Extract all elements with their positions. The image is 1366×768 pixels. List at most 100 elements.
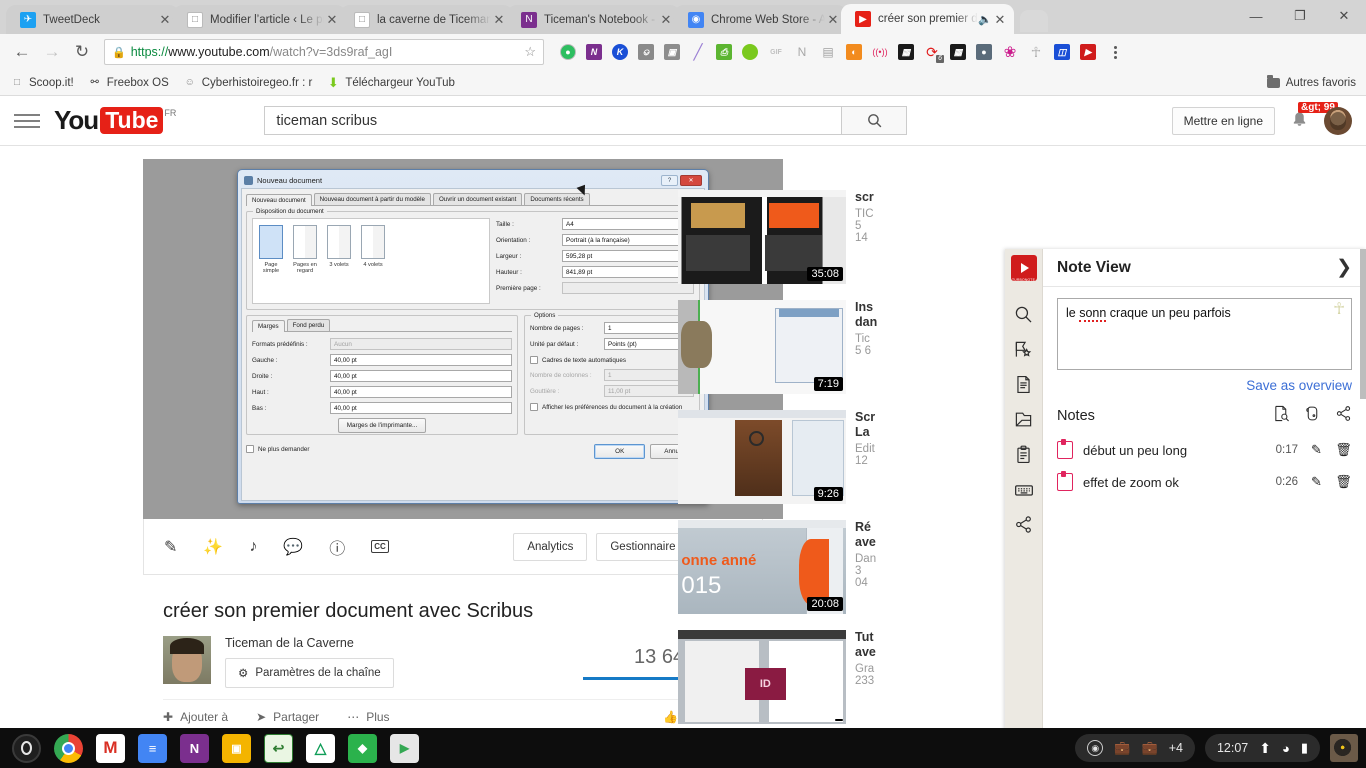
onenote-clipper-icon[interactable]: N	[582, 40, 606, 64]
search-icon[interactable]	[1007, 297, 1041, 332]
layout-3-volets[interactable]: 3 volets	[326, 225, 352, 297]
browser-tab-5-active[interactable]: ▶ créer son premier do 🔈 ✕	[841, 4, 1014, 34]
more-button[interactable]: ⋯ Plus	[347, 710, 389, 724]
panel-scrollbar[interactable]	[1360, 249, 1366, 399]
user-avatar[interactable]	[1324, 106, 1352, 135]
printer-margins-button[interactable]: Marges de l'imprimante...	[337, 418, 427, 433]
tab-nouveau-document[interactable]: Nouveau document	[246, 194, 312, 206]
gmail-icon[interactable]: M	[96, 733, 125, 763]
feedly-icon[interactable]: ◆	[348, 733, 377, 763]
google-docs-icon[interactable]: ≡	[138, 733, 167, 763]
pencil-edit-icon[interactable]: ✎	[164, 537, 177, 557]
google-slides-icon[interactable]: ▣	[222, 733, 251, 763]
list-item[interactable]: 35:08 scr TIC 5 14	[678, 190, 875, 284]
clipboard-icon[interactable]	[1007, 437, 1041, 472]
rss-feed-icon[interactable]: ◐	[842, 40, 866, 64]
layout-pages-en-regard[interactable]: Pages en regard	[292, 225, 318, 297]
location-icon[interactable]: ◉	[1087, 740, 1104, 756]
shelf-tray-left[interactable]: ◉ 💼 💼 +4	[1075, 734, 1195, 762]
bas-input[interactable]: 40,00 pt	[330, 402, 512, 414]
ankh-icon[interactable]: ☥	[1024, 40, 1048, 64]
subtitles-chat-icon[interactable]: 💬	[283, 537, 303, 557]
close-icon[interactable]: ✕	[324, 12, 340, 27]
close-icon[interactable]: ✕	[658, 12, 674, 27]
maximize-button[interactable]: ❐	[1278, 0, 1322, 32]
new-tab-button[interactable]	[1020, 10, 1048, 32]
pencil-icon[interactable]: ✎	[1308, 442, 1325, 458]
battery-icon[interactable]: ▮	[1301, 740, 1308, 756]
list-item[interactable]: ID Tut ave Gra 233	[678, 630, 876, 724]
largeur-input[interactable]: 595,28 pt	[562, 250, 694, 262]
tab-depuis-modele[interactable]: Nouveau document à partir du modèle	[313, 193, 431, 205]
chrome-icon[interactable]	[54, 733, 83, 763]
checkbox-afficher-preferences[interactable]: Afficher les préférences du document à l…	[530, 403, 694, 411]
minimize-button[interactable]: —	[1234, 0, 1278, 32]
browser-tab-1[interactable]: □ Modifier l’article ‹ Le pro ✕	[173, 5, 346, 34]
help-button[interactable]: ?	[661, 175, 678, 186]
video-thumbnail[interactable]: 9:26	[678, 410, 846, 504]
shelf-tray-right[interactable]: 12:07 ⬆ ◕ ▮	[1204, 734, 1320, 762]
notifications-button[interactable]: &gt; 99	[1291, 102, 1338, 132]
upload-button[interactable]: Mettre en ligne	[1171, 106, 1275, 135]
share-notes-icon[interactable]	[1335, 405, 1352, 427]
evernote-clipper-icon[interactable]: ●	[556, 40, 580, 64]
share-icon[interactable]	[1007, 507, 1041, 542]
launcher-icon[interactable]	[12, 733, 41, 763]
screenshot-camera-icon[interactable]: ▣	[660, 40, 684, 64]
trash-icon[interactable]: 🗑	[1335, 474, 1352, 490]
google-drive-icon[interactable]: △	[306, 733, 335, 763]
browser-tab-2[interactable]: □ la caverne de Ticeman ✕	[340, 5, 513, 34]
folder-icon[interactable]	[1007, 402, 1041, 437]
layout-page-simple[interactable]: Page simple	[258, 225, 284, 297]
close-icon[interactable]: ✕	[680, 175, 702, 186]
channel-name[interactable]: Ticeman de la Caverne	[225, 636, 394, 650]
tab-ouvrir-existant[interactable]: Ouvrir un document existant	[432, 193, 523, 205]
channel-settings-button[interactable]: ⚙ Paramètres de la chaîne	[225, 658, 394, 688]
wallpaper-thumbnail[interactable]	[1330, 734, 1358, 762]
video-thumbnail[interactable]: 7:19	[678, 300, 846, 394]
orientation-select[interactable]: Portrait (à la française)	[562, 234, 694, 246]
share-button[interactable]: ➤ Partager	[256, 710, 319, 724]
printfriendly-icon[interactable]: ⎙	[712, 40, 736, 64]
browser-tab-4[interactable]: ◉ Chrome Web Store - App ✕	[674, 5, 847, 34]
chrome-menu-icon[interactable]	[1104, 45, 1126, 59]
channel-avatar[interactable]	[163, 636, 211, 684]
address-bar[interactable]: 🔒 https:// www.youtube.com /watch?v=3ds9…	[104, 39, 544, 65]
close-icon[interactable]: ✕	[157, 12, 173, 27]
broadcast-icon[interactable]: ((•))	[868, 40, 892, 64]
app-badge-1-icon[interactable]: 💼	[1114, 740, 1130, 756]
opera-turbo-icon[interactable]: ⟳ 6	[920, 40, 944, 64]
gif-icon[interactable]: GIF	[764, 40, 788, 64]
forward-button[interactable]: →	[38, 38, 66, 66]
audio-playing-icon[interactable]: 🔈	[978, 13, 992, 26]
readability-icon[interactable]: ▤	[816, 40, 840, 64]
vpn-up-icon[interactable]: ⬆	[1259, 740, 1271, 757]
add-to-button[interactable]: ✚ Ajouter à	[163, 710, 228, 724]
checkbox-cadres-texte-auto[interactable]: Cadres de texte automatiques	[530, 356, 694, 364]
bookmark-freebox[interactable]: ⚯ Freebox OS	[88, 76, 169, 90]
bookmark-scoopit[interactable]: □ Scoop.it!	[10, 76, 74, 90]
evernote-export-icon[interactable]	[1304, 405, 1321, 427]
video-thumbnail[interactable]: 35:08	[678, 190, 846, 284]
info-icon[interactable]: ⓘ	[329, 535, 345, 559]
tab-marges[interactable]: Marges	[252, 320, 285, 332]
magic-wand-icon[interactable]: ✨	[203, 537, 223, 557]
keyboard-icon[interactable]	[1007, 472, 1041, 507]
pocket-icon[interactable]: ●	[972, 40, 996, 64]
gauche-input[interactable]: 40,00 pt	[330, 354, 512, 366]
kiwix-icon[interactable]: K	[608, 40, 632, 64]
pencil-icon[interactable]: ✎	[1308, 474, 1325, 490]
flower-icon[interactable]: ❀	[998, 40, 1022, 64]
close-icon[interactable]: ✕	[825, 12, 841, 27]
list-item[interactable]: onne anné 015 20:08 Ré ave Dan 3 04	[678, 520, 876, 614]
browser-tab-3[interactable]: N Ticeman's Notebook - M ✕	[507, 5, 680, 34]
video-thumbnail[interactable]: ID	[678, 630, 846, 724]
search-input[interactable]: ticeman scribus	[264, 106, 843, 135]
tab-fond-perdu[interactable]: Fond perdu	[286, 319, 331, 331]
taille-select[interactable]: A4	[562, 218, 694, 230]
bookmark-cyberhistoiregeo[interactable]: ☺ Cyberhistoiregeo.fr : r	[183, 76, 313, 90]
document-lines-icon[interactable]	[1007, 367, 1041, 402]
trash-icon[interactable]: 🗑	[1335, 442, 1352, 458]
search-icon[interactable]	[842, 106, 908, 135]
note-timestamp[interactable]: 0:17	[1276, 444, 1298, 456]
